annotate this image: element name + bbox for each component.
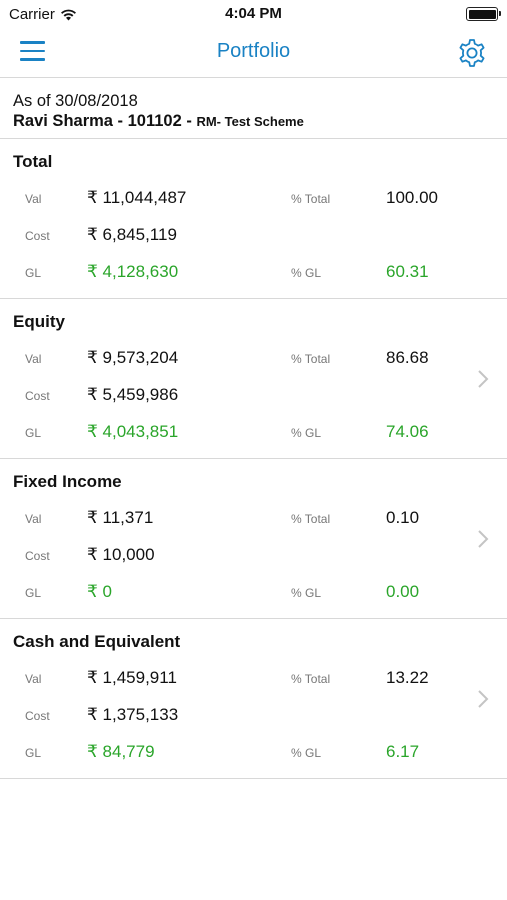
pct-gl-value: 0.00 (386, 582, 420, 601)
cost-value: ₹ 5,459,986 (87, 385, 179, 404)
pct-gl-label: % GL (291, 426, 322, 440)
row-cost: Cost ₹ 1,375,133 (0, 704, 507, 728)
val-label: Val (25, 192, 42, 206)
pct-gl-value: 60.31 (386, 262, 429, 281)
row-val: Val ₹ 11,044,487 % Total 100.00 (0, 187, 507, 211)
cost-label: Cost (25, 389, 50, 403)
pct-gl-value: 6.17 (386, 742, 420, 761)
chevron-right-icon[interactable] (477, 369, 489, 389)
gear-icon (459, 39, 485, 67)
row-gl: GL ₹ 4,043,851 % GL 74.06 (0, 421, 507, 445)
chevron-right-icon[interactable] (477, 689, 489, 709)
val-value: ₹ 11,371 (87, 508, 154, 527)
pct-total-value: 100.00 (386, 188, 438, 207)
gl-value: ₹ 4,128,630 (87, 262, 179, 281)
section-title: Fixed Income (13, 472, 122, 491)
cost-value: ₹ 10,000 (87, 545, 155, 564)
pct-total-label: % Total (291, 352, 331, 366)
settings-button[interactable] (456, 37, 488, 69)
section-title: Total (13, 152, 53, 171)
section-fixed-income[interactable]: Fixed Income Val ₹ 11,371 % Total 0.10 C… (0, 459, 507, 619)
navigation-bar: Portfolio (0, 28, 507, 78)
gl-label: GL (25, 266, 42, 280)
row-gl: GL ₹ 4,128,630 % GL 60.31 (0, 261, 507, 285)
cost-label: Cost (25, 229, 50, 243)
row-cost: Cost ₹ 5,459,986 (0, 384, 507, 408)
pct-gl-label: % GL (291, 586, 322, 600)
gl-value: ₹ 84,779 (87, 742, 155, 761)
clock: 4:04 PM (225, 5, 282, 22)
cost-value: ₹ 6,845,119 (87, 225, 177, 244)
val-label: Val (25, 512, 42, 526)
page-title: Portfolio (216, 40, 291, 62)
pct-total-value: 86.68 (386, 348, 429, 367)
section-title: Equity (13, 312, 65, 331)
row-cost: Cost ₹ 6,845,119 (0, 224, 507, 248)
section-equity[interactable]: Equity Val ₹ 9,573,204 % Total 86.68 Cos… (0, 299, 507, 459)
section-cash-and-equivalent[interactable]: Cash and Equivalent Val ₹ 1,459,911 % To… (0, 619, 507, 779)
status-bar: Carrier 4:04 PM (0, 0, 507, 28)
battery-icon (466, 7, 501, 21)
as-of-date: As of 30/08/2018 (13, 92, 138, 110)
gl-value: ₹ 4,043,851 (87, 422, 179, 441)
row-gl: GL ₹ 84,779 % GL 6.17 (0, 741, 507, 765)
portfolio-header: As of 30/08/2018 Ravi Sharma - 101102 - … (0, 79, 507, 139)
pct-gl-value: 74.06 (386, 422, 429, 441)
pct-total-value: 0.10 (386, 508, 420, 527)
cost-label: Cost (25, 709, 50, 723)
chevron-right-icon[interactable] (477, 529, 489, 549)
val-value: ₹ 1,459,911 (87, 668, 177, 687)
gl-label: GL (25, 746, 42, 760)
pct-total-label: % Total (291, 512, 331, 526)
gl-label: GL (25, 426, 42, 440)
section-total: Total Val ₹ 11,044,487 % Total 100.00 Co… (0, 139, 507, 299)
client-name: Ravi Sharma - 101102 - (13, 112, 197, 130)
row-cost: Cost ₹ 10,000 (0, 544, 507, 568)
pct-total-label: % Total (291, 672, 331, 686)
scheme-name: RM- Test Scheme (196, 114, 304, 129)
row-val: Val ₹ 11,371 % Total 0.10 (0, 507, 507, 531)
gl-label: GL (25, 586, 42, 600)
pct-total-value: 13.22 (386, 668, 429, 687)
section-title: Cash and Equivalent (13, 632, 181, 651)
client-info: Ravi Sharma - 101102 - RM- Test Scheme (13, 111, 507, 132)
pct-gl-label: % GL (291, 746, 322, 760)
cost-value: ₹ 1,375,133 (87, 705, 179, 724)
val-label: Val (25, 352, 42, 366)
val-value: ₹ 9,573,204 (87, 348, 179, 367)
gl-value: ₹ 0 (87, 582, 112, 601)
val-value: ₹ 11,044,487 (87, 188, 187, 207)
cost-label: Cost (25, 549, 50, 563)
pct-total-label: % Total (291, 192, 331, 206)
row-val: Val ₹ 1,459,911 % Total 13.22 (0, 667, 507, 691)
row-gl: GL ₹ 0 % GL 0.00 (0, 581, 507, 605)
val-label: Val (25, 672, 42, 686)
row-val: Val ₹ 9,573,204 % Total 86.68 (0, 347, 507, 371)
pct-gl-label: % GL (291, 266, 322, 280)
